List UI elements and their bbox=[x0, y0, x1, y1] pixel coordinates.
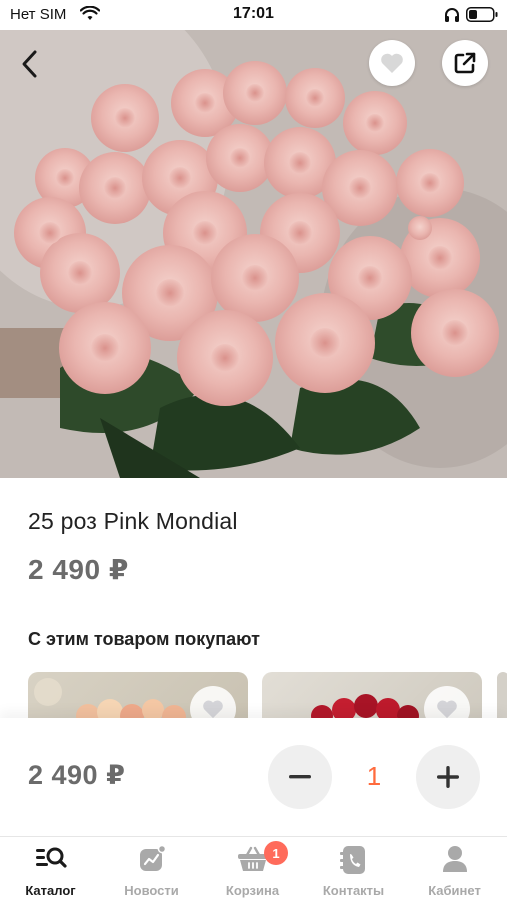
tab-cart[interactable]: 1 Корзина bbox=[202, 837, 303, 900]
tab-catalog-label: Каталог bbox=[25, 883, 76, 898]
share-external-icon bbox=[454, 52, 476, 74]
purchase-price: 2 490 ₽ bbox=[28, 760, 126, 790]
tab-contacts-label: Контакты bbox=[322, 883, 385, 898]
favorite-button[interactable] bbox=[369, 40, 415, 86]
tab-account-label: Кабинет bbox=[428, 883, 481, 898]
related-product-card[interactable] bbox=[497, 672, 507, 720]
tab-cart-label: Корзина bbox=[225, 883, 280, 898]
cart-count-badge: 1 bbox=[264, 841, 288, 865]
plus-icon bbox=[437, 766, 459, 788]
purchase-bar: 2 490 ₽ 1 bbox=[0, 718, 507, 836]
minus-icon bbox=[289, 775, 311, 779]
increase-quantity-button[interactable] bbox=[416, 745, 480, 809]
tab-news-label: Новости bbox=[124, 883, 179, 898]
catalog-search-icon bbox=[35, 847, 67, 868]
related-product-card[interactable] bbox=[262, 672, 482, 720]
user-icon bbox=[442, 846, 467, 872]
product-title: 25 роз Pink Mondial bbox=[28, 508, 238, 534]
related-product-card[interactable] bbox=[28, 672, 248, 720]
news-chart-icon bbox=[139, 845, 166, 871]
back-button[interactable] bbox=[12, 44, 46, 84]
heart-icon bbox=[381, 53, 403, 73]
tab-account[interactable]: Кабинет bbox=[404, 837, 505, 900]
headphones-icon bbox=[445, 8, 459, 22]
tab-news[interactable]: Новости bbox=[101, 837, 202, 900]
product-price: 2 490 ₽ bbox=[28, 554, 129, 585]
status-bar: Нет SIM 17:01 bbox=[0, 0, 507, 30]
clock: 17:01 bbox=[233, 5, 274, 22]
share-button[interactable] bbox=[442, 40, 488, 86]
tab-catalog[interactable]: Каталог bbox=[0, 837, 101, 900]
tab-contacts[interactable]: Контакты bbox=[303, 837, 404, 900]
phone-contacts-icon bbox=[339, 846, 365, 874]
heart-icon bbox=[437, 700, 457, 719]
decrease-quantity-button[interactable] bbox=[268, 745, 332, 809]
heart-icon bbox=[203, 700, 223, 719]
roses-bouquet-illustration bbox=[0, 28, 507, 478]
tab-bar: Каталог Новости 1 Корзина Контакты Кабин… bbox=[0, 836, 507, 900]
quantity-value: 1 bbox=[366, 761, 382, 791]
related-section-title: С этим товаром покупают bbox=[28, 629, 260, 649]
battery-icon bbox=[466, 7, 498, 22]
product-photo bbox=[0, 28, 507, 478]
chevron-left-icon bbox=[22, 50, 37, 78]
